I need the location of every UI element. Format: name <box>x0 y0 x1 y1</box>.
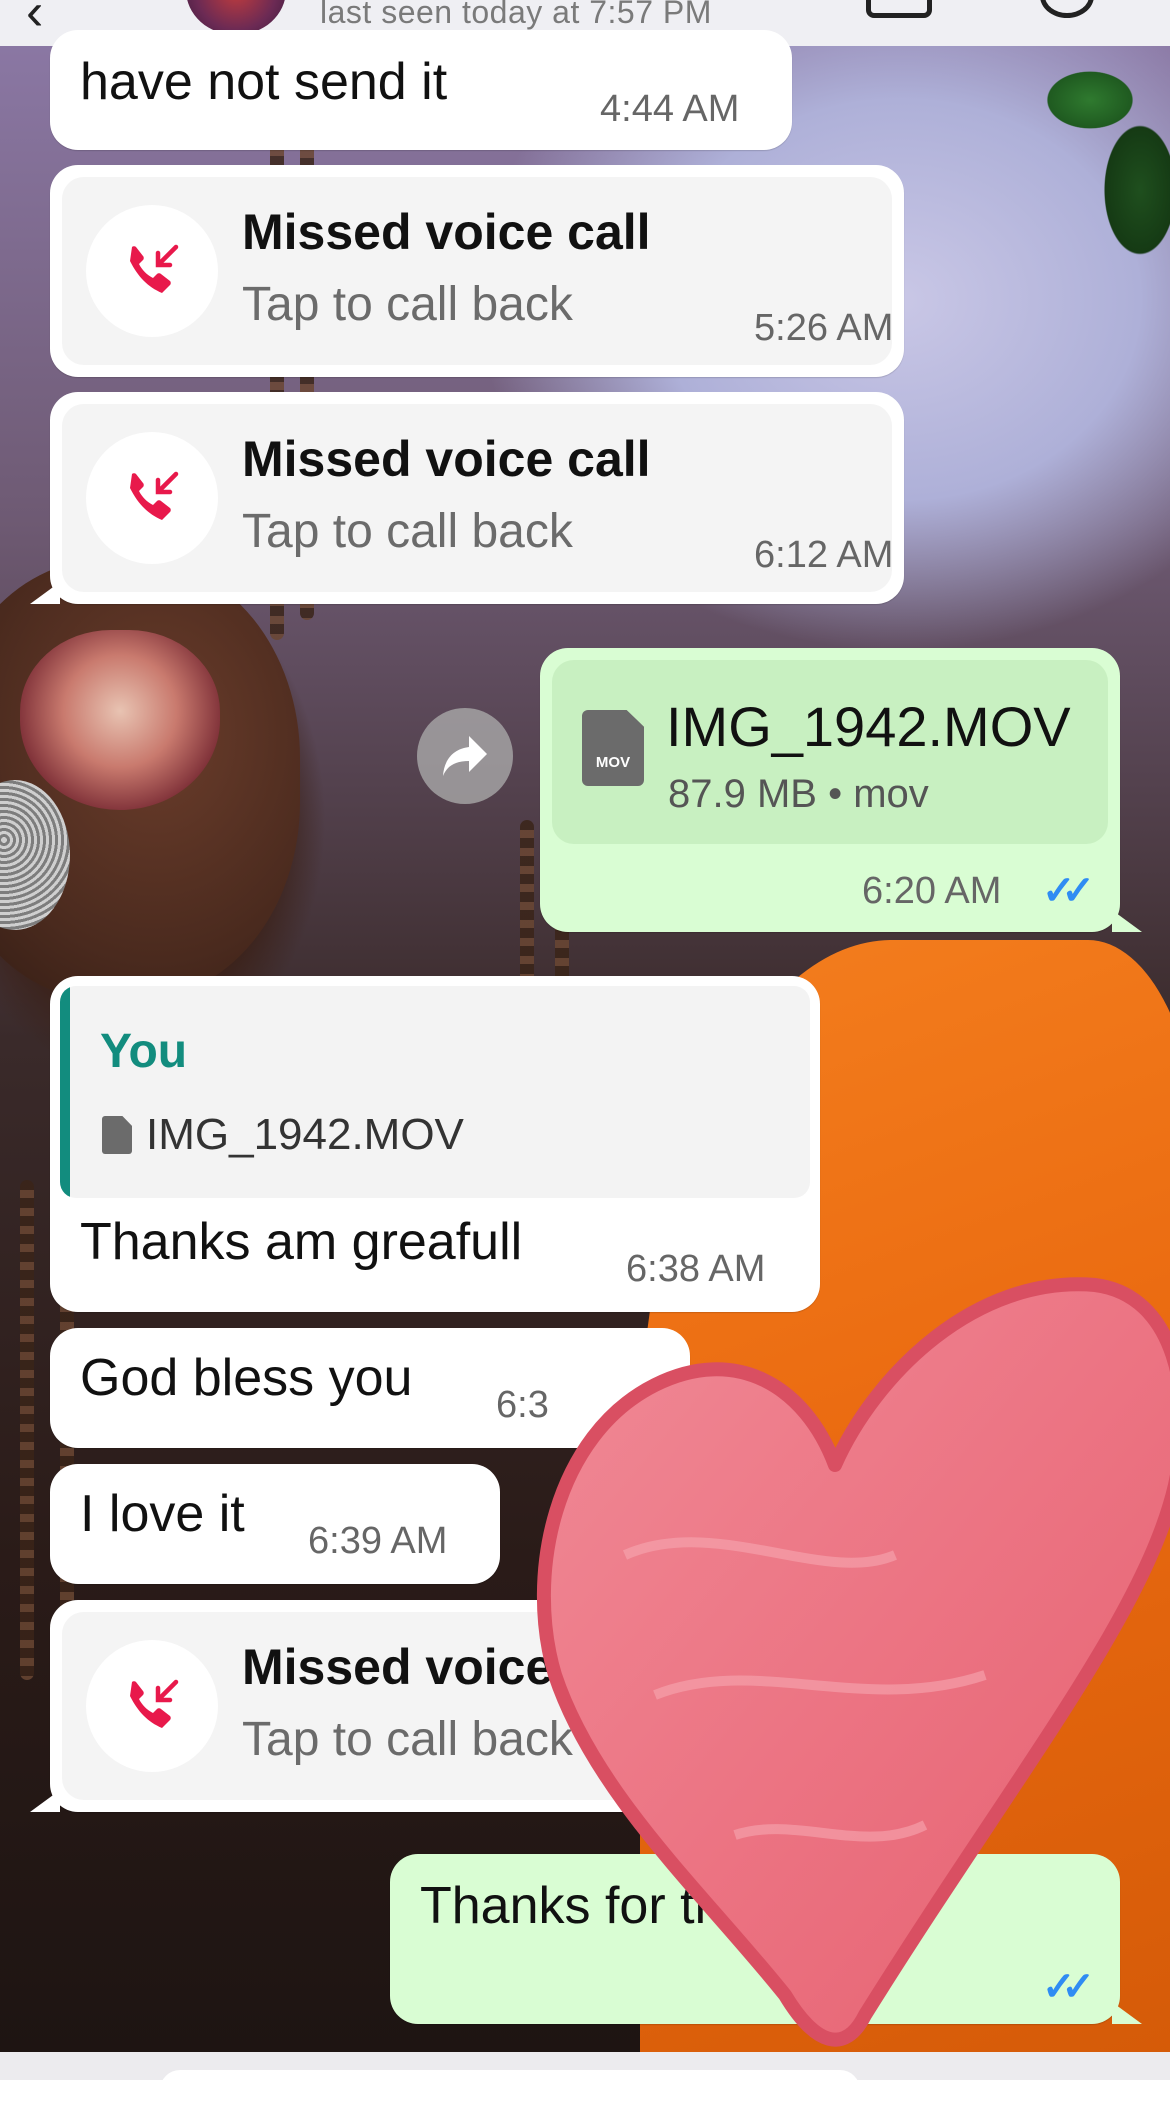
message-text: God bless you <box>80 1349 413 1407</box>
quote-author: You <box>100 1025 188 1078</box>
message-input[interactable] <box>160 2070 860 2110</box>
message-text: have not send it <box>80 53 448 111</box>
document-icon: MOV <box>582 710 644 786</box>
wallpaper-hair <box>20 1180 34 1680</box>
last-seen-status: last seen today at 7:57 PM <box>320 0 712 30</box>
message-time: 6:39 AM <box>308 1520 448 1562</box>
missed-call-icon <box>130 244 179 293</box>
heart-sticker <box>536 1277 1170 2047</box>
file-type-label: MOV <box>595 754 631 771</box>
file-attachment-card[interactable]: MOV IMG_1942.MOV 87.9 MB • mov <box>552 660 1108 844</box>
wallpaper-mouth <box>20 630 220 810</box>
missed-call-bubble[interactable]: Missed voice call Tap to call back 5:26 … <box>50 165 904 377</box>
bubble-tail <box>1112 910 1142 932</box>
missed-call-subtitle: Tap to call back <box>242 1713 573 1766</box>
message-text: Thanks am greafull <box>80 1213 523 1271</box>
forward-arrow-icon <box>443 736 487 776</box>
missed-call-card[interactable]: Missed voice call Tap to call back 6:12 … <box>62 404 894 592</box>
missed-call-title: Missed voice call <box>242 431 651 487</box>
phone-icon[interactable] <box>1040 0 1094 18</box>
bubble-tail <box>30 1790 60 1812</box>
missed-call-icon <box>130 1679 179 1728</box>
missed-call-subtitle: Tap to call back <box>242 505 573 558</box>
message-time: 5:26 AM <box>754 307 894 349</box>
call-icon-circle <box>86 432 218 564</box>
message-text: I love it <box>80 1485 245 1543</box>
quote-file-name: IMG_1942.MOV <box>146 1110 464 1159</box>
missed-call-title: Missed voice <box>242 1639 554 1695</box>
message-bubble-incoming[interactable]: I love it 6:39 AM <box>50 1464 500 1584</box>
video-camera-icon[interactable] <box>866 0 932 18</box>
message-time: 4:44 AM <box>600 88 740 130</box>
missed-call-bubble[interactable]: Missed voice call Tap to call back 6:12 … <box>50 392 904 604</box>
file-name: IMG_1942.MOV <box>666 695 1071 758</box>
wallpaper-leaves <box>1020 40 1170 270</box>
file-message-bubble[interactable]: MOV IMG_1942.MOV 87.9 MB • mov 6:20 AM ✓… <box>540 648 1120 932</box>
document-icon <box>102 1116 132 1154</box>
message-time: 6:20 AM <box>862 870 1002 912</box>
message-time: 6:12 AM <box>754 534 894 576</box>
forward-button[interactable] <box>417 708 513 804</box>
bubble-tail <box>30 582 60 604</box>
missed-call-card[interactable]: Missed voice call Tap to call back 5:26 … <box>62 177 894 365</box>
quoted-message[interactable]: You IMG_1942.MOV <box>60 986 810 1198</box>
missed-call-icon <box>130 471 179 520</box>
file-meta: 87.9 MB • mov <box>668 772 929 816</box>
message-bubble-incoming[interactable]: have not send it 4:44 AM <box>50 30 792 150</box>
call-icon-circle <box>86 205 218 337</box>
missed-call-subtitle: Tap to call back <box>242 278 573 331</box>
missed-call-title: Missed voice call <box>242 204 651 260</box>
chevron-left-icon[interactable]: ‹ <box>26 0 43 42</box>
quote-accent-bar <box>60 986 70 1198</box>
read-receipt-icon: ✓✓ <box>1042 869 1095 913</box>
call-icon-circle <box>86 1640 218 1772</box>
